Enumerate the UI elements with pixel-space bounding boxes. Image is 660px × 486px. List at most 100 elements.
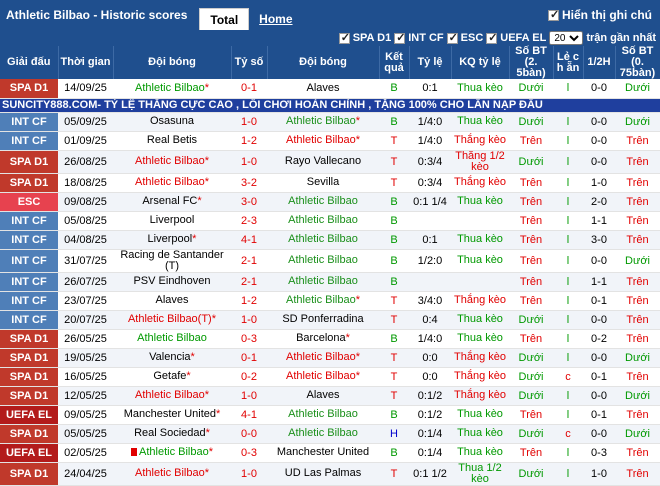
away-team[interactable]: Athletic Bilbao [267, 211, 379, 231]
team-name: Liverpool [147, 233, 193, 245]
team-name: SD Ponferradina [282, 313, 364, 325]
away-team[interactable]: Manchester United [267, 443, 379, 463]
over-under-075: Trên [615, 150, 660, 174]
away-team[interactable]: Athletic Bilbao [267, 230, 379, 250]
team-name: Athletic Bilbao [137, 332, 207, 344]
match-date: 23/07/25 [58, 291, 113, 311]
match-result: B [379, 405, 409, 425]
tab-home[interactable]: Home [249, 8, 302, 30]
home-team[interactable]: Athletic Bilbao* [113, 173, 231, 193]
over-under-075: Trên [615, 462, 660, 486]
away-team[interactable]: Athletic Bilbao* [267, 348, 379, 368]
home-team[interactable]: Getafe* [113, 367, 231, 387]
home-team[interactable]: Liverpool [113, 211, 231, 231]
home-team[interactable]: Real Sociedad* [113, 424, 231, 444]
away-team[interactable]: Barcelona* [267, 329, 379, 349]
filter-checkbox-spa-d1[interactable] [338, 31, 350, 44]
home-team[interactable]: Athletic Bilbao* [113, 79, 231, 99]
home-team[interactable]: Athletic Bilbao* [113, 443, 231, 463]
home-team[interactable]: Athletic Bilbao* [113, 386, 231, 406]
show-comments-toggle[interactable]: Hiển thị ghi chú [548, 8, 652, 22]
table-row: INT CF 01/09/25 Real Betis 1-2 Athletic Bilb… [0, 131, 660, 151]
match-score: 3-2 [231, 173, 267, 193]
odds: 0:1/4 [409, 424, 451, 444]
match-date: 14/09/25 [58, 79, 113, 99]
over-under-25: Trên [509, 131, 553, 151]
star-icon: * [205, 427, 210, 439]
show-comments-label: Hiển thị ghi chú [562, 8, 652, 22]
home-team[interactable]: PSV Eindhoven [113, 272, 231, 292]
match-score: 0-3 [231, 329, 267, 349]
over-under-25: Dưới [509, 79, 553, 99]
odds-result: Thắng kèo [451, 291, 509, 311]
match-date: 20/07/25 [58, 310, 113, 330]
away-team[interactable]: Sevilla [267, 173, 379, 193]
home-team[interactable]: Arsenal FC* [113, 192, 231, 212]
filter-checkbox-uefa-el[interactable] [486, 31, 498, 44]
away-team[interactable]: Alaves [267, 386, 379, 406]
half-time-score: 0-1 [583, 291, 615, 311]
col-over-under-075: Số BT (0. 75bàn) [615, 46, 660, 79]
half-time-score: 1-1 [583, 272, 615, 292]
home-team[interactable]: Athletic Bilbao [113, 329, 231, 349]
away-team[interactable]: Athletic Bilbao [267, 405, 379, 425]
away-team[interactable]: SD Ponferradina [267, 310, 379, 330]
home-team[interactable]: Manchester United* [113, 405, 231, 425]
away-team[interactable]: Athletic Bilbao* [267, 291, 379, 311]
away-team[interactable]: Athletic Bilbao [267, 249, 379, 273]
match-result: T [379, 348, 409, 368]
tab-total[interactable]: Total [199, 8, 250, 30]
home-team[interactable]: Real Betis [113, 131, 231, 151]
home-team[interactable]: Athletic Bilbao* [113, 462, 231, 486]
away-team[interactable]: UD Las Palmas [267, 462, 379, 486]
away-team[interactable]: Athletic Bilbao* [267, 367, 379, 387]
away-team[interactable]: Athletic Bilbao [267, 192, 379, 212]
home-team[interactable]: Athletic Bilbao* [113, 150, 231, 174]
away-team[interactable]: Athletic Bilbao* [267, 131, 379, 151]
filter-checkbox-esc[interactable] [446, 31, 458, 44]
odds-result: Thắng 1/2 kèo [451, 150, 509, 174]
home-team[interactable]: Athletic Bilbao(T)* [113, 310, 231, 330]
match-count-select[interactable]: 20 [549, 31, 584, 45]
table-row: INT CF 20/07/25 Athletic Bilbao(T)* 1-0 SD P… [0, 310, 660, 330]
away-team[interactable]: Athletic Bilbao* [267, 112, 379, 132]
home-team[interactable]: Alaves [113, 291, 231, 311]
filter-checkbox-int-cf[interactable] [394, 31, 405, 44]
away-team[interactable]: Athletic Bilbao [267, 424, 379, 444]
over-under-075: Trên [615, 291, 660, 311]
ad-banner-row[interactable]: SUNCITY888.COM- TỶ LỆ THẮNG CỰC CAO , LỐ… [0, 98, 660, 113]
match-score: 0-1 [231, 79, 267, 99]
odds: 1/4:0 [409, 329, 451, 349]
match-date: 26/05/25 [58, 329, 113, 349]
match-score: 0-1 [231, 348, 267, 368]
table-row: SPA D1 26/08/25 Athletic Bilbao* 1-0 Rayo Va… [0, 150, 660, 174]
match-result: B [379, 230, 409, 250]
match-result: T [379, 367, 409, 387]
home-team[interactable]: Valencia* [113, 348, 231, 368]
odds: 1/4:0 [409, 112, 451, 132]
table-row: INT CF 23/07/25 Alaves 1-2 Athletic Bilbao* T… [0, 291, 660, 311]
over-under-25: Dưới [509, 424, 553, 444]
match-result: B [379, 249, 409, 273]
away-team[interactable]: Athletic Bilbao [267, 272, 379, 292]
team-name: Barcelona [296, 332, 346, 344]
team-name: Getafe [153, 370, 187, 382]
team-name: Liverpool [149, 214, 195, 226]
match-date: 01/09/25 [58, 131, 113, 151]
home-team[interactable]: Osasuna [113, 112, 231, 132]
half-time-score: 0-3 [583, 443, 615, 463]
team-name: Osasuna [149, 115, 195, 127]
odd-even: l [553, 230, 583, 250]
odds-result: Thua kèo [451, 443, 509, 463]
home-team[interactable]: Racing de Santander (T) [113, 249, 231, 273]
away-team[interactable]: Rayo Vallecano [267, 150, 379, 174]
away-team[interactable]: Alaves [267, 79, 379, 99]
star-icon: * [355, 134, 360, 146]
odds: 0:1/2 [409, 386, 451, 406]
checkbox-icon[interactable] [548, 8, 559, 21]
table-row: SPA D1 16/05/25 Getafe* 0-2 Athletic Bilbao*… [0, 367, 660, 387]
half-time-score: 0-2 [583, 329, 615, 349]
competition-badge: INT CF [0, 131, 58, 151]
ad-banner[interactable]: SUNCITY888.COM- TỶ LỆ THẮNG CỰC CAO , LỐ… [0, 98, 660, 113]
home-team[interactable]: Liverpool* [113, 230, 231, 250]
